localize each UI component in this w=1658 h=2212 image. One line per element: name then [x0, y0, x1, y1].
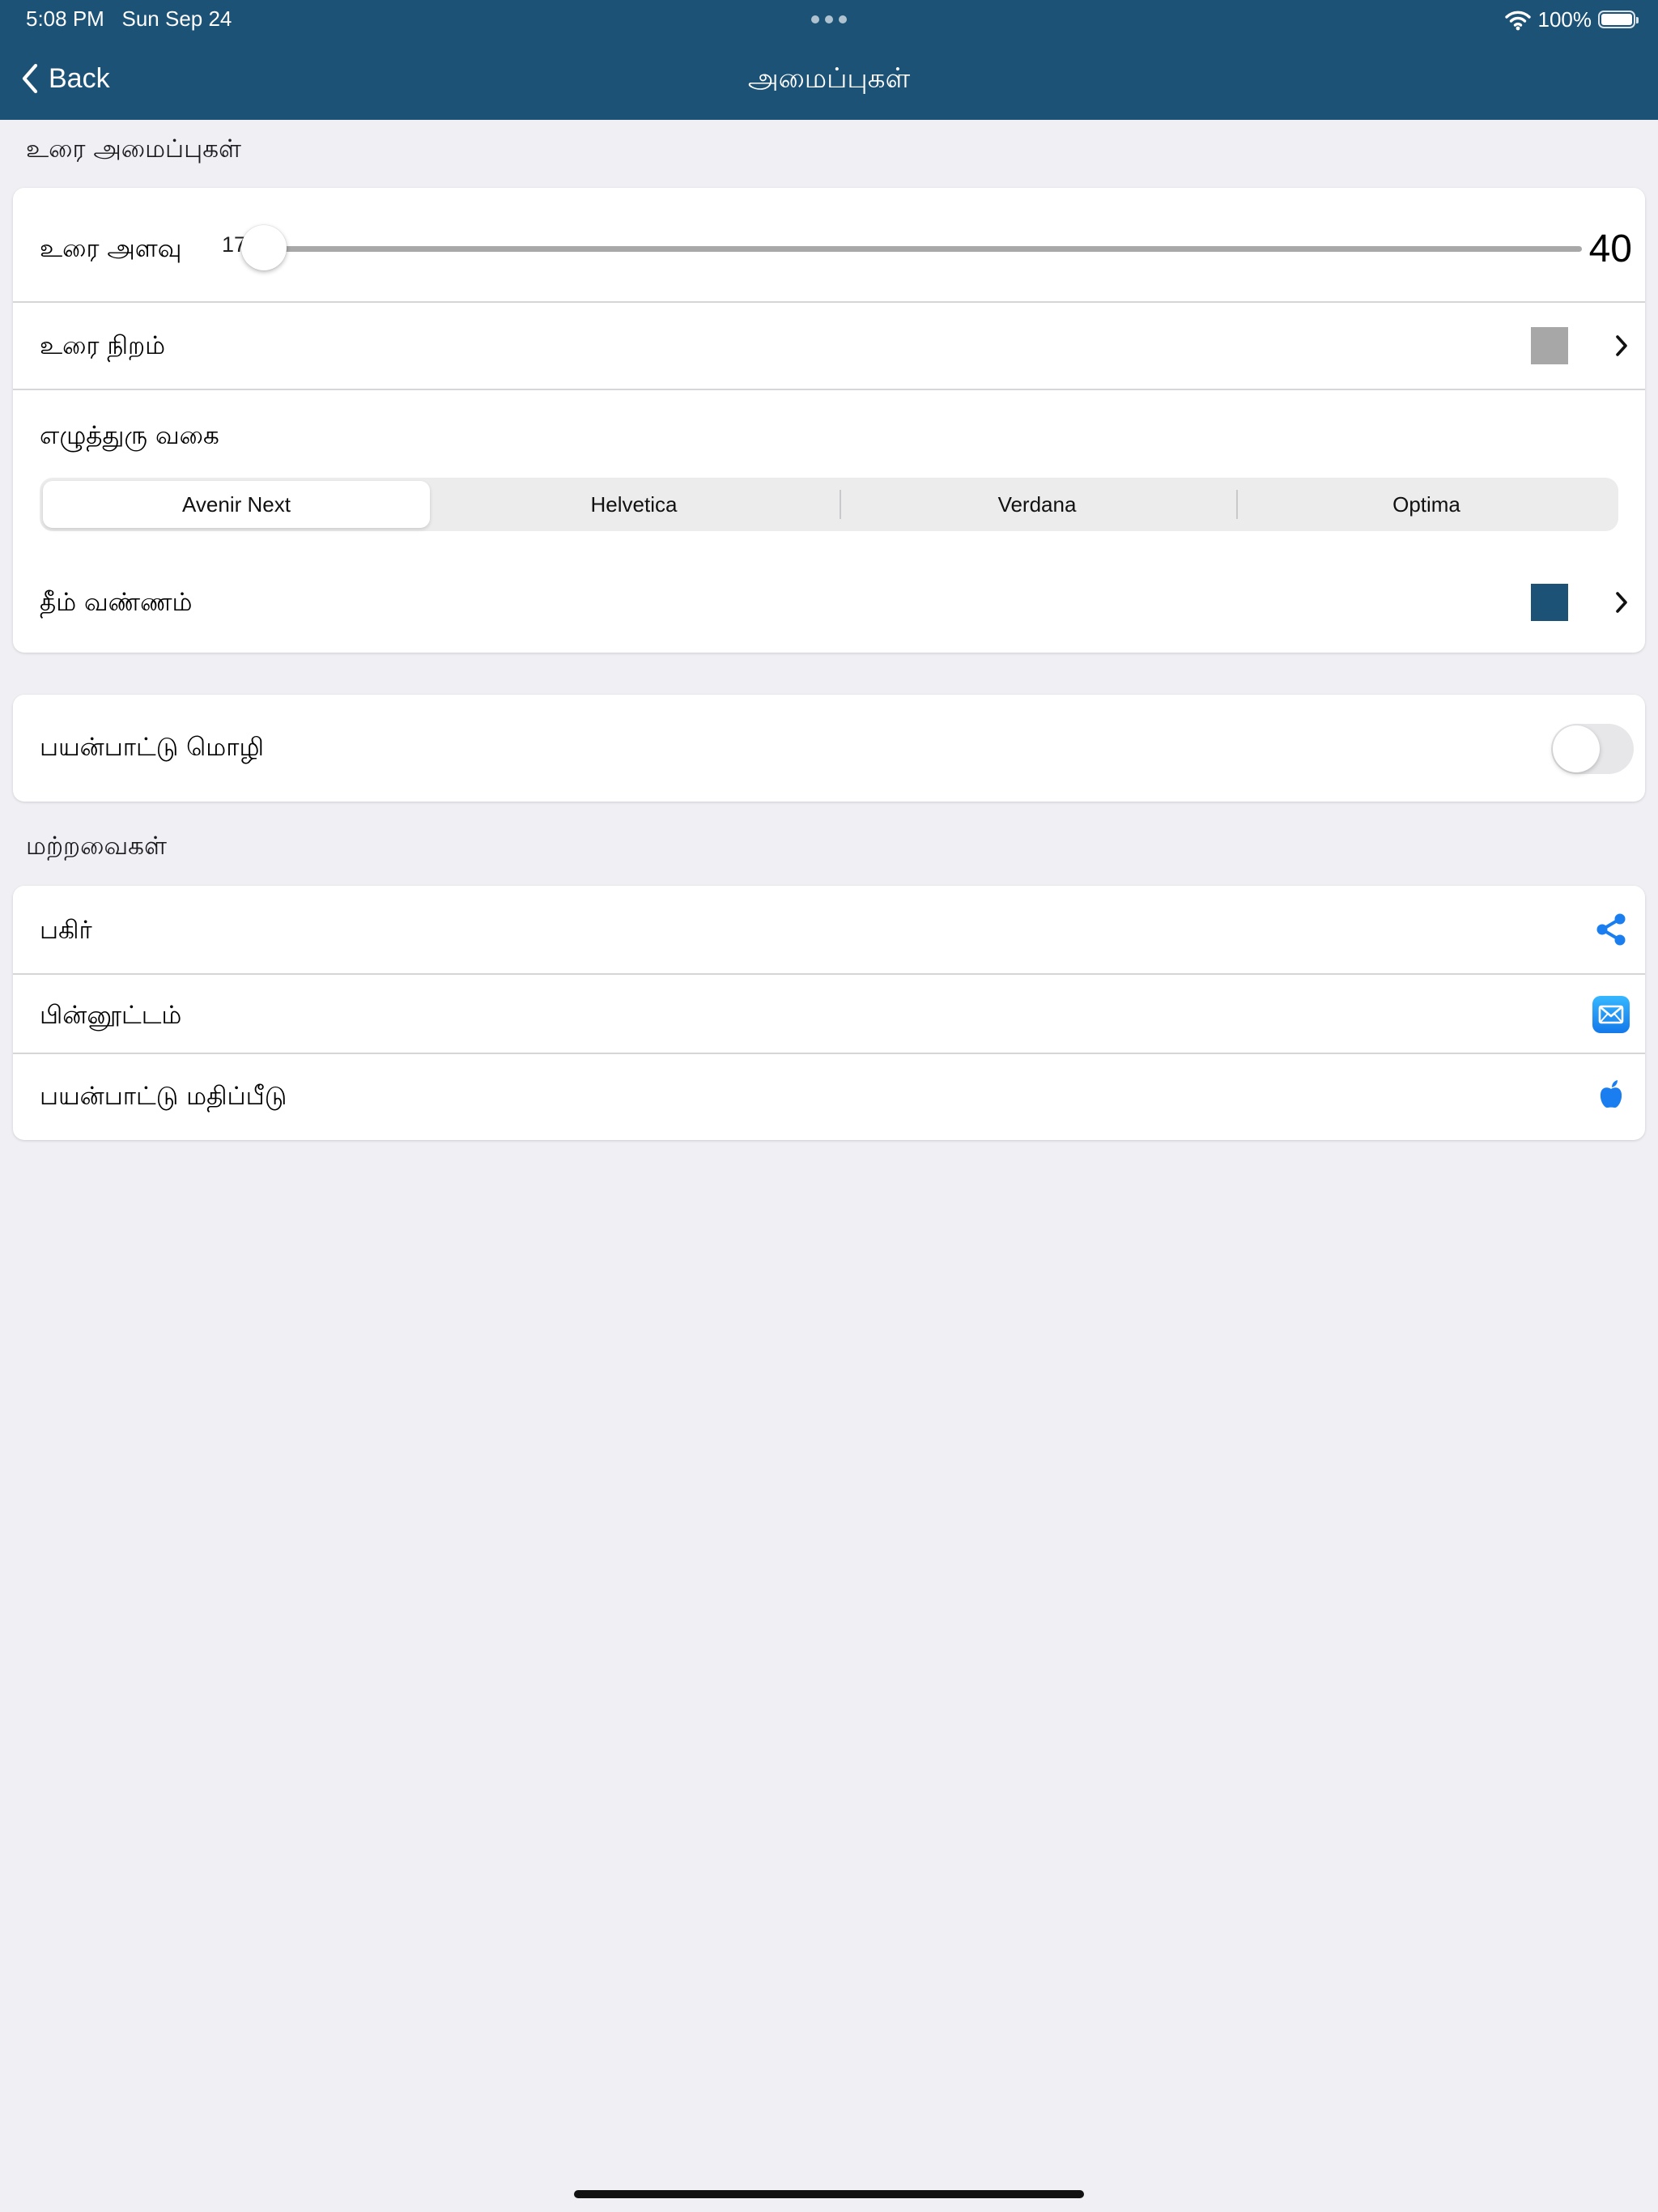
font-type-label: எழுத்துரு வகை — [40, 421, 219, 450]
font-option-avenir-next[interactable]: Avenir Next — [43, 481, 430, 528]
section-header-text-settings: உரை அமைப்புகள் — [26, 134, 241, 164]
battery-percent: 100% — [1537, 6, 1592, 32]
home-indicator[interactable] — [574, 2190, 1084, 2198]
others-card: பகிர் பின்னூட்டம் பயன்பாட்டு மதிப்பீடு — [13, 886, 1645, 1140]
toggle-knob — [1553, 725, 1600, 772]
app-rating-label: பயன்பாட்டு மதிப்பீடு — [40, 1082, 287, 1111]
feedback-row[interactable]: பின்னூட்டம் — [13, 975, 1645, 1053]
status-date: Sun Sep 24 — [121, 6, 232, 31]
text-color-row[interactable]: உரை நிறம் — [13, 303, 1645, 389]
status-bar: 5:08 PM Sun Sep 24 100% — [0, 0, 1658, 39]
wifi-icon — [1504, 11, 1531, 31]
font-option-verdana[interactable]: Verdana — [841, 481, 1233, 528]
theme-color-label: தீம் வண்ணம் — [40, 588, 193, 617]
app-language-label: பயன்பாட்டு மொழி — [40, 733, 264, 762]
font-option-optima[interactable]: Optima — [1238, 481, 1615, 528]
divider — [13, 389, 1645, 390]
text-size-label: உரை அளவு — [40, 234, 182, 263]
font-option-helvetica[interactable]: Helvetica — [438, 481, 830, 528]
app-language-card: பயன்பாட்டு மொழி — [13, 695, 1645, 802]
battery-icon — [1598, 11, 1639, 28]
app-rating-row[interactable]: பயன்பாட்டு மதிப்பீடு — [13, 1054, 1645, 1140]
share-icon — [1596, 913, 1626, 946]
feedback-label: பின்னூட்டம் — [40, 1001, 182, 1030]
page-title: அமைப்புகள் — [747, 62, 911, 95]
text-size-slider-thumb[interactable] — [241, 225, 287, 270]
section-header-others: மற்றவைகள் — [26, 832, 167, 861]
text-size-max: 40 — [1588, 228, 1632, 270]
navigation-bar: Back அமைப்புகள் — [0, 39, 1658, 120]
theme-color-swatch — [1531, 584, 1568, 621]
chevron-right-icon — [1616, 592, 1627, 613]
chevron-right-icon — [1616, 335, 1627, 356]
status-time: 5:08 PM — [26, 6, 104, 31]
text-color-label: உரை நிறம் — [40, 331, 166, 360]
share-row[interactable]: பகிர் — [13, 886, 1645, 973]
battery-fill — [1601, 14, 1632, 25]
status-indicators: 100% — [1504, 6, 1639, 33]
apple-icon — [1600, 1080, 1622, 1108]
text-color-swatch — [1531, 327, 1568, 364]
multitasking-dots-icon[interactable] — [811, 15, 847, 23]
mail-icon — [1592, 996, 1630, 1033]
app-language-toggle[interactable] — [1551, 724, 1634, 774]
theme-color-row[interactable]: தீம் வண்ணம் — [13, 555, 1645, 653]
status-time-date: 5:08 PM Sun Sep 24 — [26, 6, 232, 32]
text-size-row: உரை அளவு 17 40 — [13, 188, 1645, 301]
text-settings-card: உரை அளவு 17 40 உரை நிறம் எழுத்துரு வகை A… — [13, 188, 1645, 653]
font-segmented-control[interactable]: Avenir Next Helvetica Verdana Optima — [40, 478, 1618, 531]
text-size-slider-track[interactable] — [264, 246, 1582, 252]
share-label: பகிர் — [40, 916, 92, 945]
